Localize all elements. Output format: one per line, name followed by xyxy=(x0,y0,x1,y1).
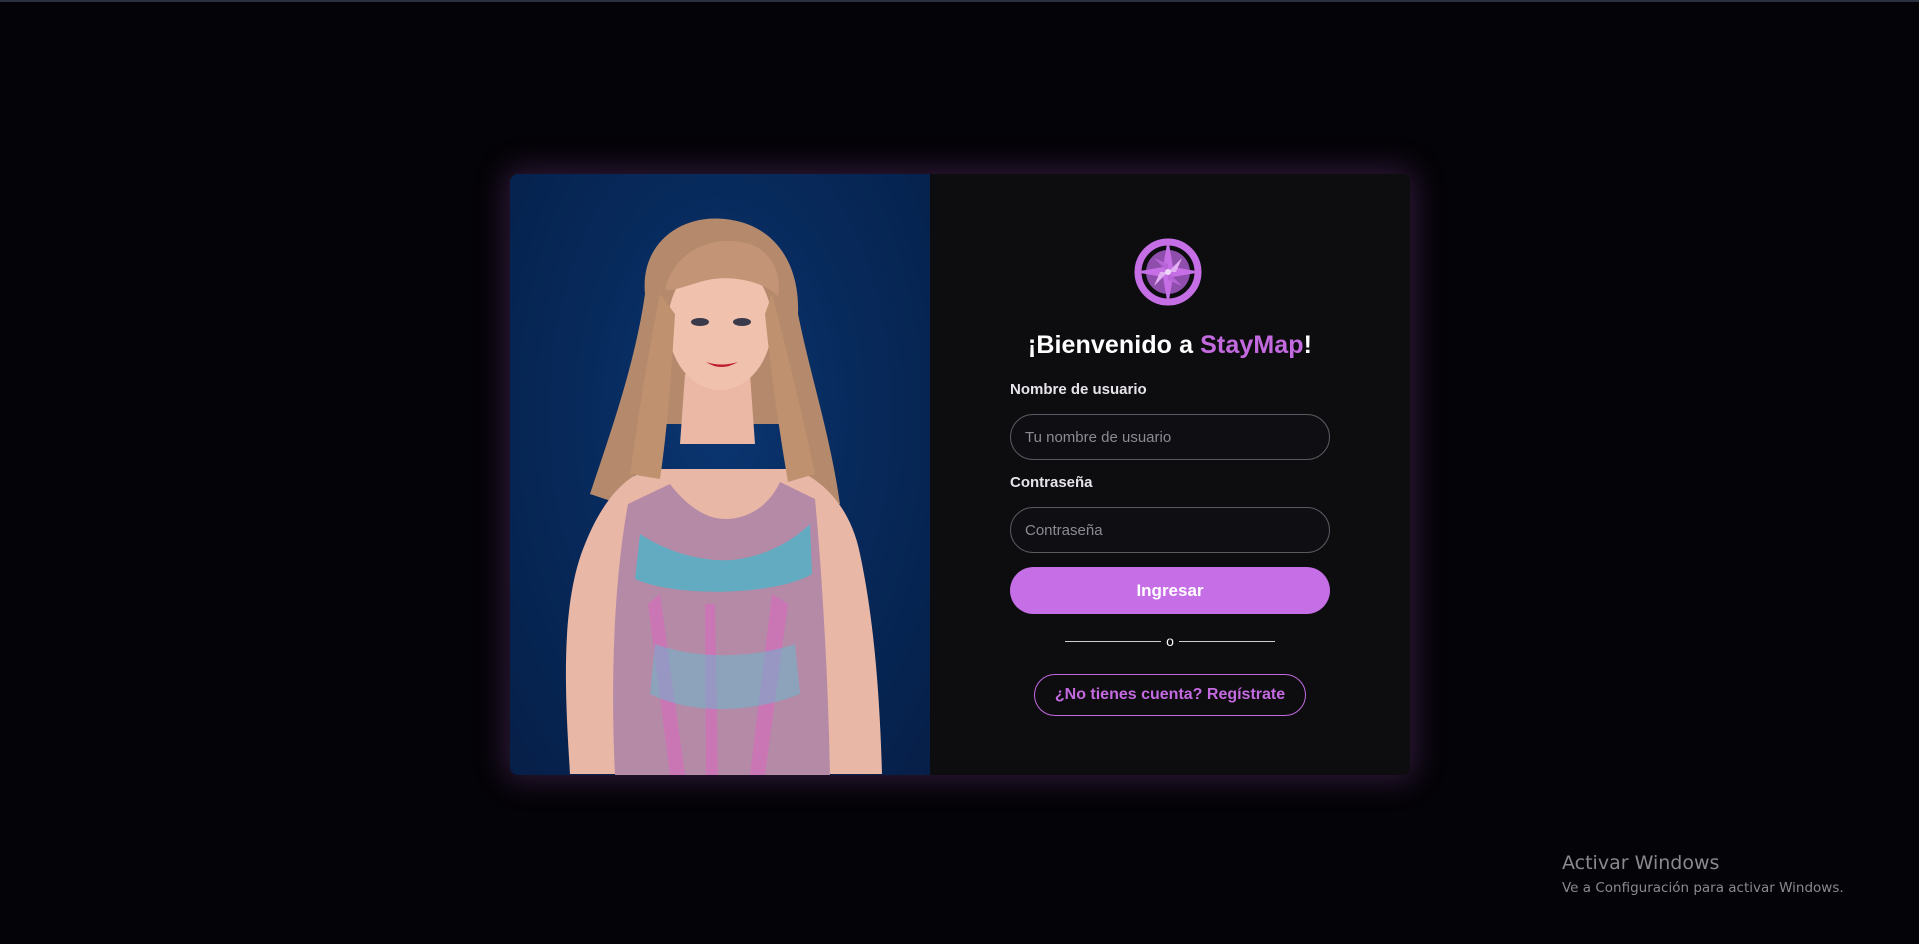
or-divider: o xyxy=(1065,632,1275,650)
divider-line-left xyxy=(1065,640,1161,642)
watermark-title: Activar Windows xyxy=(1562,852,1720,874)
hero-photo xyxy=(510,174,930,775)
brand-name: StayMap xyxy=(1200,331,1304,359)
register-button[interactable]: ¿No tienes cuenta? Regístrate xyxy=(1034,674,1306,716)
username-input[interactable] xyxy=(1010,414,1330,460)
compass-rose-icon xyxy=(1134,238,1202,306)
windows-activation-watermark: Activar Windows Ve a Configuración para … xyxy=(1562,852,1844,896)
welcome-title-suffix: ! xyxy=(1303,331,1313,359)
password-label: Contraseña xyxy=(1010,474,1093,491)
divider-text: o xyxy=(1166,633,1174,649)
watermark-subtitle: Ve a Configuración para activar Windows. xyxy=(1562,880,1844,896)
performer-illustration xyxy=(565,218,882,775)
password-input[interactable] xyxy=(1010,507,1330,553)
login-card: ¡Bienvenido a StayMap! Nombre de usuario… xyxy=(510,174,1410,775)
username-label: Nombre de usuario xyxy=(1010,381,1147,398)
welcome-title: ¡Bienvenido a StayMap! xyxy=(930,331,1410,360)
window-top-border xyxy=(0,0,1919,2)
login-button[interactable]: Ingresar xyxy=(1010,567,1330,614)
login-form-panel: ¡Bienvenido a StayMap! Nombre de usuario… xyxy=(930,174,1410,775)
divider-line-right xyxy=(1178,640,1275,642)
welcome-title-prefix: ¡Bienvenido a xyxy=(1027,331,1201,359)
